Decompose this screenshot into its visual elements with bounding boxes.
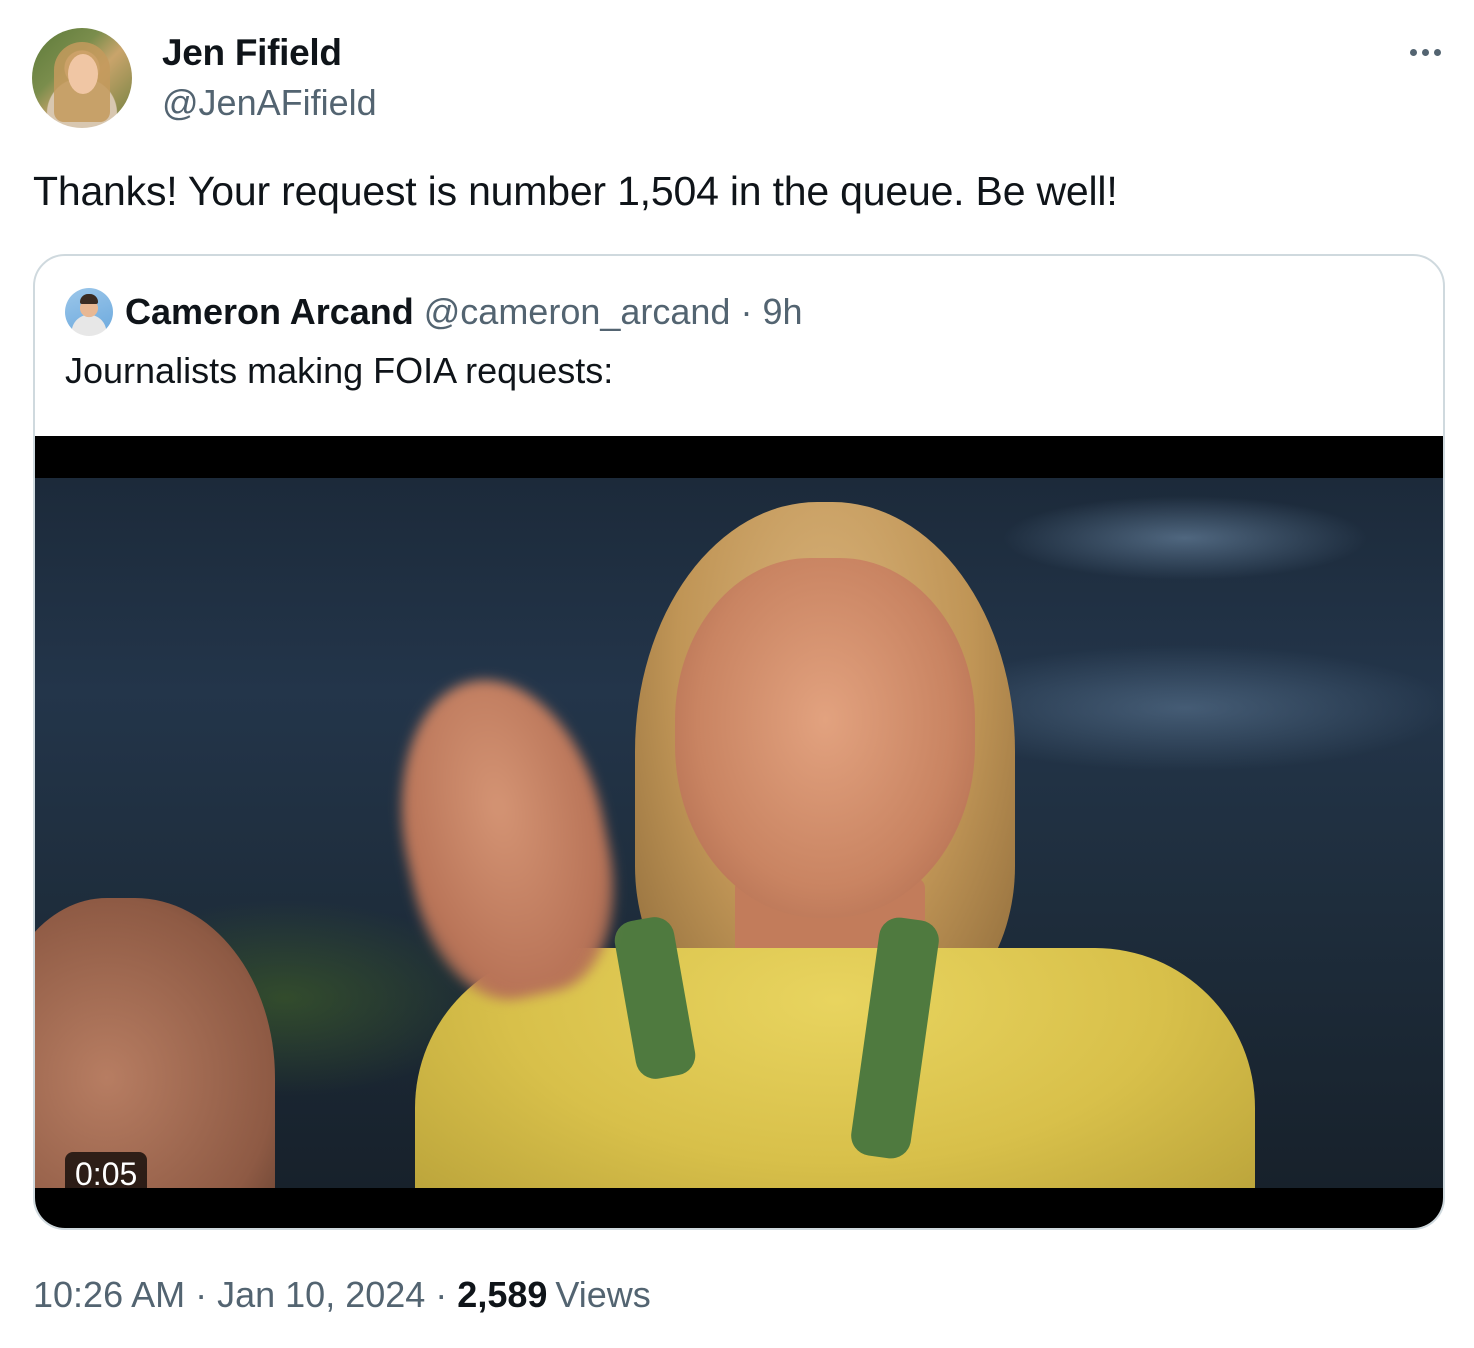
quoted-separator: · [740,291,753,332]
quoted-author-avatar[interactable] [65,288,113,336]
views-label: Views [555,1274,651,1315]
video-player[interactable]: 0:05 [35,436,1443,1228]
tweet-date[interactable]: Jan 10, 2024 [217,1274,425,1316]
more-horizontal-icon-dot [1433,48,1441,56]
author-display-name[interactable]: Jen Fifield [162,32,342,74]
author-handle[interactable]: @JenAFifield [162,82,377,124]
video-face [675,558,975,918]
author-avatar[interactable] [32,28,132,128]
video-left-figure [35,898,275,1188]
quoted-author-handle[interactable]: @cameron_arcand [424,291,731,333]
quoted-tweet-header: Cameron Arcand @cameron_arcand · 9h [65,286,803,338]
meta-separator: · [195,1274,208,1315]
tweet-metadata: 10:26 AM · Jan 10, 2024 · 2,589 Views [33,1274,651,1316]
quoted-tweet-card[interactable]: Cameron Arcand @cameron_arcand · 9h Jour… [33,254,1445,1230]
more-horizontal-icon-dot [1421,48,1429,56]
meta-separator: · [435,1274,448,1315]
video-frame[interactable] [35,478,1443,1188]
more-horizontal-icon [1409,48,1417,56]
quoted-author-display-name[interactable]: Cameron Arcand [125,291,414,333]
tweet-time[interactable]: 10:26 AM [33,1274,185,1316]
video-duration-badge: 0:05 [65,1152,148,1197]
views-count[interactable]: 2,589 [457,1274,547,1316]
avatar-face [68,54,98,94]
quoted-tweet-text: Journalists making FOIA requests: [65,350,614,391]
tweet-text: Thanks! Your request is number 1,504 in … [33,168,1118,214]
more-options-button[interactable] [1402,30,1448,74]
quoted-tweet-age[interactable]: 9h [762,291,802,333]
